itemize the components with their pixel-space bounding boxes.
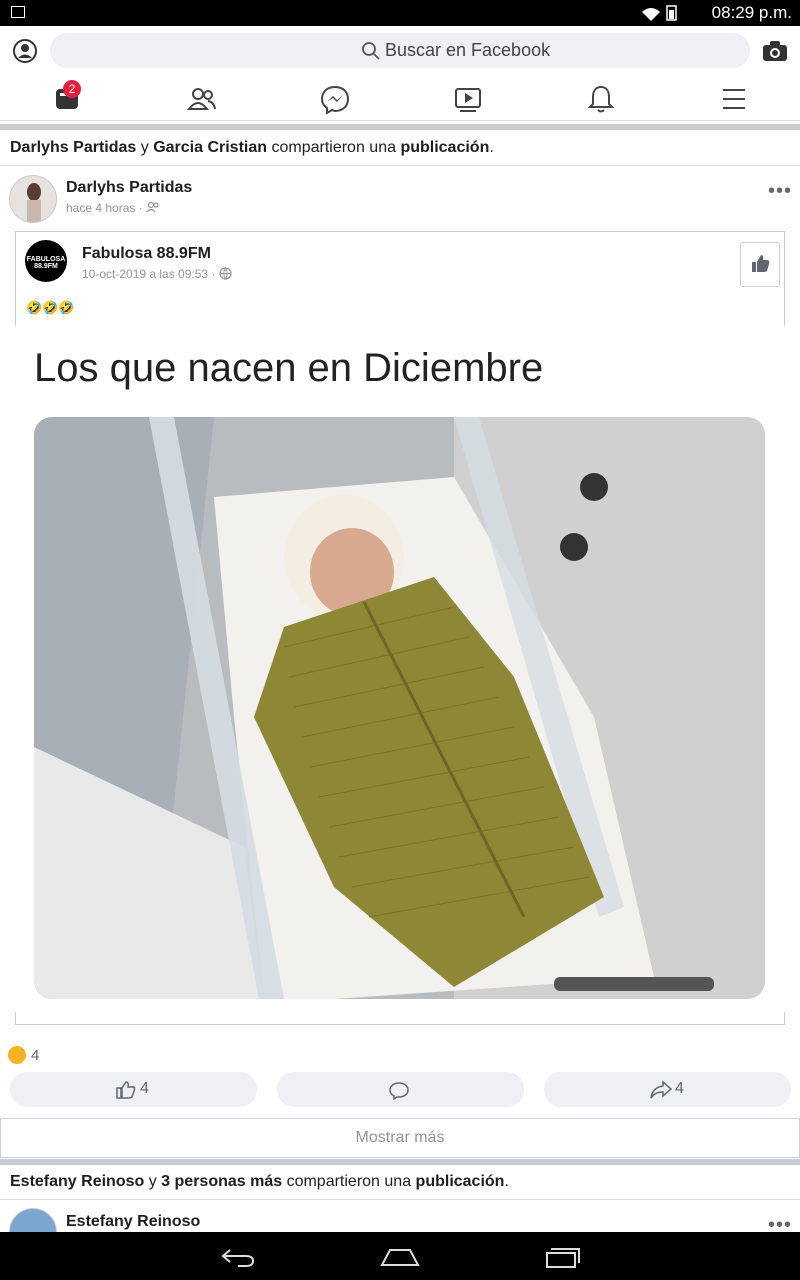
share-button[interactable]: 4	[544, 1072, 791, 1107]
reaction-count[interactable]: 4	[31, 1047, 39, 1064]
search-placeholder: Buscar en Facebook	[385, 40, 551, 60]
show-more-button[interactable]: Mostrar más	[0, 1118, 800, 1158]
messenger-icon[interactable]	[315, 82, 355, 116]
shared-name[interactable]: Garcia Cristian	[153, 139, 267, 156]
feed-separator	[0, 124, 800, 130]
image-notification-icon	[11, 6, 25, 18]
post-author[interactable]: Darlyhs Partidas	[66, 179, 192, 197]
like-button[interactable]: 4	[10, 1072, 257, 1107]
shared-post-date: 10-oct-2019 a las 09:53 ·	[82, 267, 232, 283]
divider	[0, 1199, 800, 1200]
camera-icon[interactable]	[762, 40, 788, 62]
back-icon[interactable]	[220, 1246, 256, 1268]
shared-by-line: Darlyhs Partidas y Garcia Cristian compa…	[10, 139, 494, 156]
shared-name[interactable]: Estefany Reinoso	[10, 1173, 144, 1190]
post-options-icon[interactable]: •••	[768, 180, 792, 203]
thumbs-up-icon	[752, 255, 770, 272]
post-author[interactable]: Estefany Reinoso	[66, 1213, 200, 1231]
like-icon	[116, 1081, 136, 1099]
like-count: 4	[140, 1080, 149, 1097]
avatar[interactable]	[9, 175, 57, 223]
shared-by-line: Estefany Reinoso y 3 personas más compar…	[10, 1173, 509, 1190]
page-name[interactable]: Fabulosa 88.9FM	[82, 245, 211, 263]
meme-caption: Los que nacen en Diciembre	[34, 346, 544, 390]
search-icon	[362, 42, 380, 60]
shared-object[interactable]: publicación	[416, 1173, 505, 1190]
comment-button[interactable]	[277, 1072, 524, 1107]
page-logo[interactable]: FABULOSA 88.9FM	[25, 240, 67, 282]
post-text: 🤣🤣🤣	[26, 300, 75, 315]
news-feed-badge: 2	[63, 80, 81, 98]
notifications-bell-icon[interactable]	[581, 82, 621, 116]
shared-object[interactable]: publicación	[400, 139, 489, 156]
recent-apps-icon[interactable]	[545, 1245, 581, 1269]
shared-others[interactable]: 3 personas más	[161, 1173, 282, 1190]
system-navigation-bar	[0, 1232, 800, 1280]
haha-reaction-icon[interactable]	[8, 1046, 26, 1064]
meme-image[interactable]: Los que nacen en Diciembre	[0, 326, 800, 1012]
post-timestamp: hace 4 horas ·	[66, 201, 160, 216]
baby-photo	[34, 417, 765, 999]
feed-separator	[0, 1159, 800, 1165]
friends-icon[interactable]	[182, 82, 222, 116]
share-icon	[650, 1080, 672, 1099]
top-bar: Buscar en Facebook	[0, 26, 800, 78]
profile-icon[interactable]	[12, 38, 38, 64]
tab-bar	[0, 78, 800, 121]
comment-icon	[389, 1082, 409, 1101]
clock: 08:29 p.m.	[711, 3, 792, 22]
divider	[0, 165, 800, 166]
status-bar: 08:29 p.m.	[0, 0, 800, 26]
search-input[interactable]: Buscar en Facebook	[50, 33, 750, 68]
menu-icon[interactable]	[714, 82, 754, 116]
like-page-button[interactable]	[740, 242, 780, 287]
share-count: 4	[675, 1080, 684, 1097]
watch-icon[interactable]	[448, 82, 488, 116]
shared-name[interactable]: Darlyhs Partidas	[10, 139, 136, 156]
globe-icon	[219, 267, 232, 283]
wifi-battery-icon	[642, 5, 677, 21]
home-icon[interactable]	[380, 1247, 420, 1267]
friends-audience-icon	[146, 201, 160, 216]
